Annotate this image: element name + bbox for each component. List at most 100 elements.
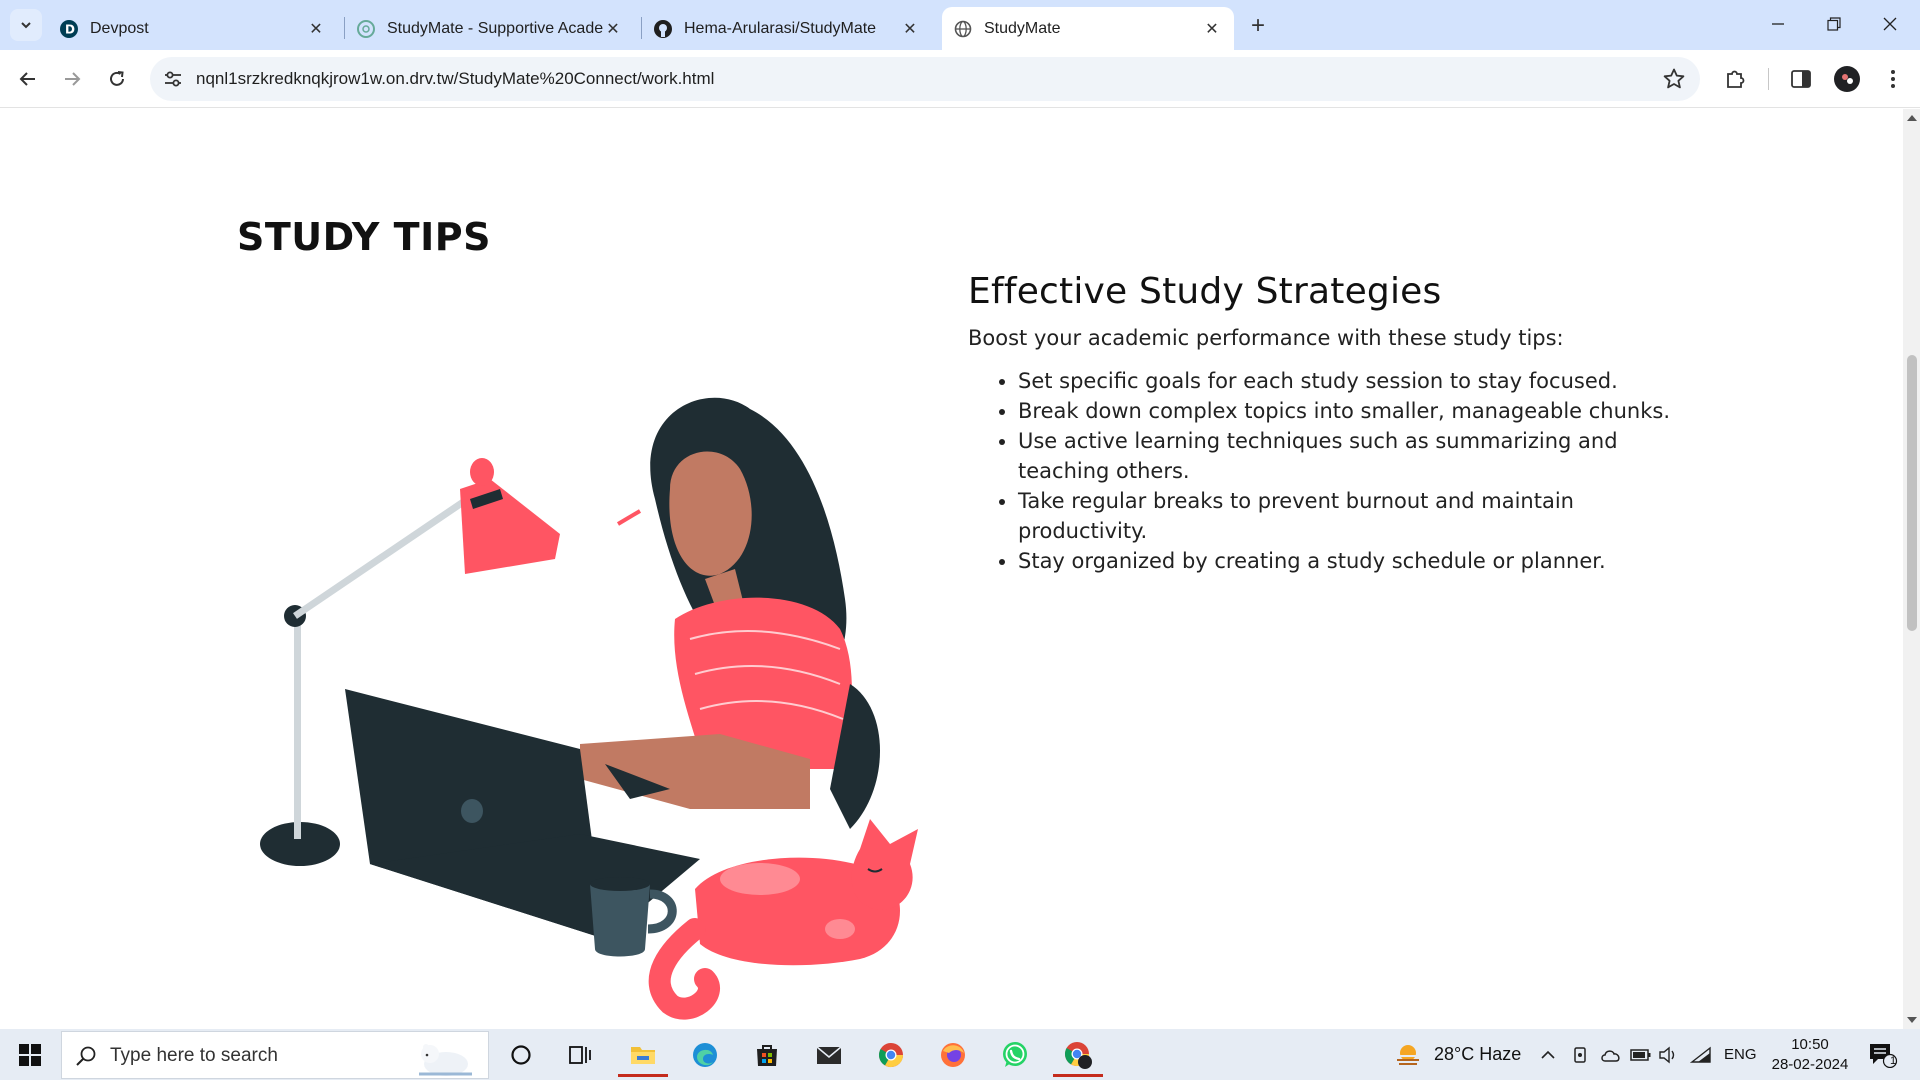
page-scrollbar[interactable] xyxy=(1903,109,1920,1029)
page-title: STUDY TIPS xyxy=(237,215,491,259)
polar-bear-icon xyxy=(419,1044,472,1076)
taskbar-firefox[interactable] xyxy=(928,1033,978,1077)
bookmark-star-icon[interactable] xyxy=(1662,67,1686,91)
volume-button[interactable] xyxy=(1658,1029,1680,1080)
start-button[interactable] xyxy=(10,1039,50,1071)
battery-button[interactable] xyxy=(1630,1029,1652,1080)
toolbar-divider xyxy=(1768,68,1769,90)
task-view-icon xyxy=(569,1046,591,1064)
arrow-left-icon xyxy=(19,72,35,86)
url-text[interactable]: nqnl1srzkredknqkjrow1w.on.drv.tw/StudyMa… xyxy=(196,69,714,89)
minimize-icon xyxy=(1772,23,1784,25)
svg-text:D: D xyxy=(65,22,75,36)
language-indicator[interactable]: ENG xyxy=(1724,1029,1760,1080)
restore-button[interactable] xyxy=(1814,8,1854,40)
close-icon[interactable]: ✕ xyxy=(900,19,920,39)
close-icon[interactable]: ✕ xyxy=(603,19,623,39)
restore-icon xyxy=(1827,17,1841,31)
tab-search-button[interactable] xyxy=(10,9,42,41)
extensions-button[interactable] xyxy=(1722,66,1748,92)
edge-icon xyxy=(693,1043,717,1067)
github-icon xyxy=(654,19,672,38)
close-icon[interactable]: ✕ xyxy=(1202,19,1222,39)
side-panel-icon xyxy=(1791,70,1811,88)
folder-icon xyxy=(631,1047,655,1064)
study-illustration xyxy=(260,397,918,1020)
taskbar-edge[interactable] xyxy=(680,1033,730,1077)
list-item: Use active learning techniques such as s… xyxy=(1018,426,1688,486)
scroll-down-arrow-icon[interactable] xyxy=(1907,1017,1917,1023)
close-icon xyxy=(1883,17,1897,31)
devpost-icon: D xyxy=(60,19,78,38)
network-button[interactable] xyxy=(1690,1029,1714,1080)
taskbar-store[interactable] xyxy=(742,1033,792,1077)
intro-text: Boost your academic performance with the… xyxy=(968,326,1564,350)
battery-icon xyxy=(1630,1048,1651,1061)
page-viewport: STUDY TIPS Effective Study Strategies Bo… xyxy=(0,109,1920,1029)
notification-count: 1 xyxy=(1889,1055,1897,1067)
profile-avatar[interactable] xyxy=(1834,66,1860,92)
new-tab-button[interactable]: + xyxy=(1244,12,1272,40)
haze-weather-icon xyxy=(1397,1044,1419,1065)
tab-strip: D Devpost ✕ StudyMate - Supportive Acade… xyxy=(0,0,1920,50)
globe-icon xyxy=(954,20,972,38)
meet-now-button[interactable] xyxy=(1572,1029,1594,1080)
minimize-button[interactable] xyxy=(1758,8,1798,40)
taskbar-chrome-profile[interactable] xyxy=(1053,1033,1103,1077)
tab-title: Devpost xyxy=(90,19,149,37)
tab-title: StudyMate - Supportive Academ xyxy=(387,19,603,37)
cat-icon xyxy=(648,819,918,1020)
tab-studymate-active[interactable]: StudyMate ✕ xyxy=(942,7,1234,50)
more-vertical-icon xyxy=(1891,70,1895,88)
system-clock[interactable]: 10:50 28-02-2024 xyxy=(1768,1035,1852,1075)
whatsapp-icon xyxy=(1003,1042,1027,1067)
list-item: Break down complex topics into smaller, … xyxy=(1018,396,1688,426)
forward-button[interactable] xyxy=(58,65,86,93)
site-settings-icon[interactable] xyxy=(162,68,184,90)
arrow-right-icon xyxy=(65,72,81,86)
tab-github-repo[interactable]: Hema-Arularasi/StudyMate ✕ xyxy=(642,7,932,50)
show-hidden-icons-button[interactable] xyxy=(1540,1029,1560,1080)
list-item: Stay organized by creating a study sched… xyxy=(1018,546,1688,576)
section-title: Effective Study Strategies xyxy=(968,271,1442,312)
weather-widget[interactable]: 28°C Haze xyxy=(1394,1029,1526,1080)
tab-title: StudyMate xyxy=(984,19,1061,37)
openai-icon xyxy=(357,19,375,38)
address-bar[interactable]: nqnl1srzkredknqkjrow1w.on.drv.tw/StudyMa… xyxy=(150,57,1700,101)
taskbar-chrome[interactable] xyxy=(866,1033,916,1077)
menu-button[interactable] xyxy=(1880,66,1906,92)
windows-logo-icon xyxy=(19,1044,41,1066)
notification-center-button[interactable]: 1 xyxy=(1868,1029,1908,1080)
wifi-icon xyxy=(1690,1046,1711,1063)
scroll-up-arrow-icon[interactable] xyxy=(1907,115,1917,121)
cortana-button[interactable] xyxy=(496,1033,546,1077)
taskbar-whatsapp[interactable] xyxy=(990,1033,1040,1077)
taskbar-mail[interactable] xyxy=(804,1033,854,1077)
tab-studymate-academic[interactable]: StudyMate - Supportive Academ ✕ xyxy=(345,7,635,50)
back-button[interactable] xyxy=(14,65,42,93)
close-icon[interactable]: ✕ xyxy=(306,19,326,39)
mail-icon xyxy=(816,1046,842,1064)
chevron-down-icon xyxy=(21,22,31,29)
onedrive-button[interactable] xyxy=(1600,1029,1624,1080)
browser-toolbar: nqnl1srzkredknqkjrow1w.on.drv.tw/StudyMa… xyxy=(0,50,1920,108)
weather-text: 28°C Haze xyxy=(1434,1044,1522,1064)
device-icon xyxy=(1574,1046,1586,1063)
chrome-icon xyxy=(1064,1042,1092,1069)
taskbar-search-box[interactable]: Type here to search xyxy=(61,1031,489,1079)
speaker-icon xyxy=(1659,1046,1675,1063)
reload-button[interactable] xyxy=(103,65,131,93)
tab-devpost[interactable]: D Devpost ✕ xyxy=(48,7,338,50)
chevron-up-icon xyxy=(1541,1050,1555,1059)
list-item: Set specific goals for each study sessio… xyxy=(1018,366,1688,396)
task-view-button[interactable] xyxy=(555,1033,605,1077)
windows-taskbar: Type here to search 28°C Haze ENG 10:50 … xyxy=(0,1029,1920,1080)
taskbar-file-explorer[interactable] xyxy=(618,1033,668,1077)
study-tips-content: Effective Study Strategies Boost your ac… xyxy=(968,271,1688,576)
tips-list: Set specific goals for each study sessio… xyxy=(968,366,1688,576)
side-panel-button[interactable] xyxy=(1788,66,1814,92)
close-window-button[interactable] xyxy=(1870,8,1910,40)
store-icon xyxy=(757,1045,777,1066)
tab-title: Hema-Arularasi/StudyMate xyxy=(684,19,877,37)
scrollbar-thumb[interactable] xyxy=(1907,355,1917,631)
